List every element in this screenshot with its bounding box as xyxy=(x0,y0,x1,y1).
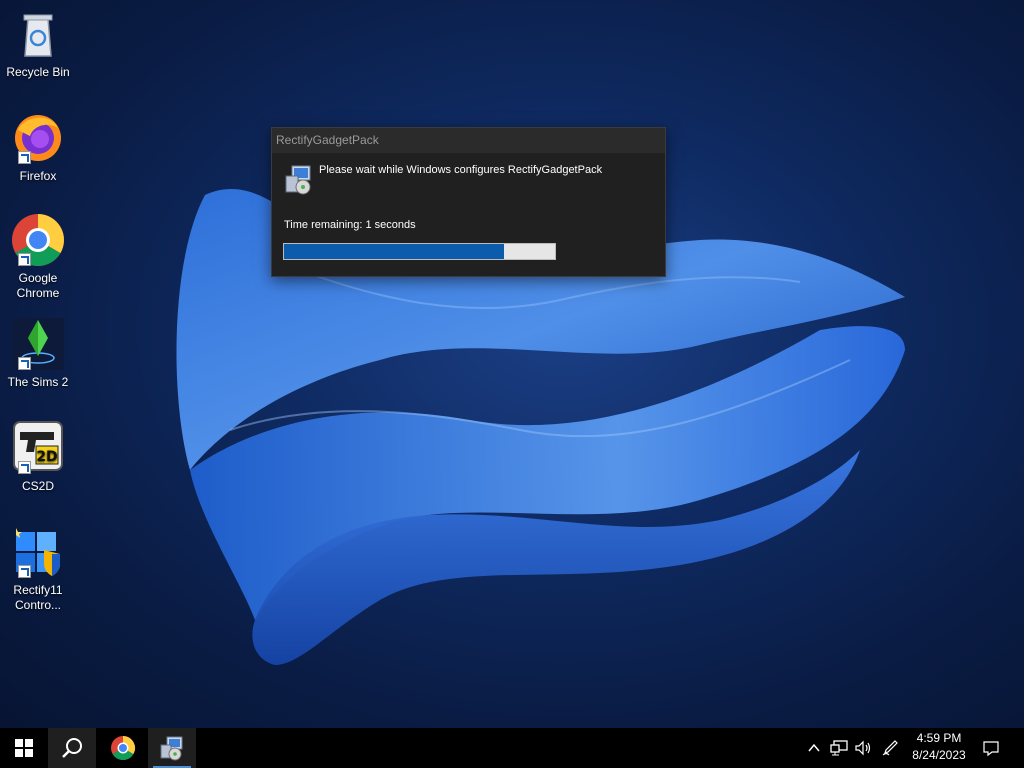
firefox-icon xyxy=(10,110,66,166)
dialog-title[interactable]: RectifyGadgetPack xyxy=(272,128,665,153)
installer-icon xyxy=(284,164,314,196)
time-remaining-label: Time remaining: 1 seconds xyxy=(284,219,416,231)
sims2-icon xyxy=(10,316,66,372)
notifications-button[interactable] xyxy=(978,728,1004,768)
taskbar-clock[interactable]: 4:59 PM 8/24/2023 xyxy=(903,730,975,766)
desktop-icon-rectify11-control[interactable]: Rectify11 Contro... xyxy=(2,524,74,613)
desktop-icon-label: CS2D xyxy=(21,479,54,493)
pen-icon xyxy=(882,740,898,756)
desktop-icon-firefox[interactable]: Firefox xyxy=(2,110,74,184)
volume-button[interactable] xyxy=(852,728,874,768)
start-button[interactable] xyxy=(0,728,48,768)
clock-date: 8/24/2023 xyxy=(912,748,966,762)
chrome-icon xyxy=(111,736,136,761)
search-button[interactable] xyxy=(48,728,96,768)
svg-text:2D: 2D xyxy=(36,449,57,465)
search-icon xyxy=(62,738,82,758)
wallpaper xyxy=(176,189,906,665)
volume-icon xyxy=(855,740,871,756)
cs2d-icon: 2D xyxy=(10,420,66,476)
network-icon xyxy=(830,740,848,756)
installer-icon xyxy=(160,736,183,761)
desktop-icon-cs2d[interactable]: 2D CS2D xyxy=(2,420,74,494)
windows-logo-icon xyxy=(15,739,33,757)
notification-icon xyxy=(983,741,999,757)
progress-fill xyxy=(284,244,504,259)
installer-dialog: RectifyGadgetPack Please wait while Wind… xyxy=(271,127,666,277)
dialog-message: Please wait while Windows configures Rec… xyxy=(319,164,603,176)
desktop-icon-the-sims-2[interactable]: The Sims 2 xyxy=(2,316,74,390)
chevron-up-icon xyxy=(808,743,820,752)
desktop: Recycle Bin Firefox Google Chrome The Si… xyxy=(0,0,1024,728)
desktop-icon-label: Firefox xyxy=(19,169,57,183)
taskbar-installer[interactable] xyxy=(148,728,196,768)
progress-bar xyxy=(283,243,556,260)
clock-time: 4:59 PM xyxy=(916,731,962,745)
desktop-icon-recycle-bin[interactable]: Recycle Bin xyxy=(2,6,74,80)
desktop-icon-label: Google Chrome xyxy=(16,271,60,300)
network-button[interactable] xyxy=(828,728,850,768)
rectify11-control-icon xyxy=(10,524,66,580)
taskbar-chrome[interactable] xyxy=(99,728,147,768)
desktop-icon-label: Rectify11 Contro... xyxy=(13,583,63,612)
desktop-icon-label: Recycle Bin xyxy=(6,65,70,79)
desktop-icon-google-chrome[interactable]: Google Chrome xyxy=(2,212,74,301)
chrome-icon xyxy=(10,212,66,268)
show-hidden-icons-button[interactable] xyxy=(804,728,824,768)
pen-workspace-button[interactable] xyxy=(878,728,902,768)
taskbar: 4:59 PM 8/24/2023 xyxy=(0,728,1024,768)
recycle-bin-icon xyxy=(10,6,66,62)
desktop-icon-label: The Sims 2 xyxy=(7,375,69,389)
